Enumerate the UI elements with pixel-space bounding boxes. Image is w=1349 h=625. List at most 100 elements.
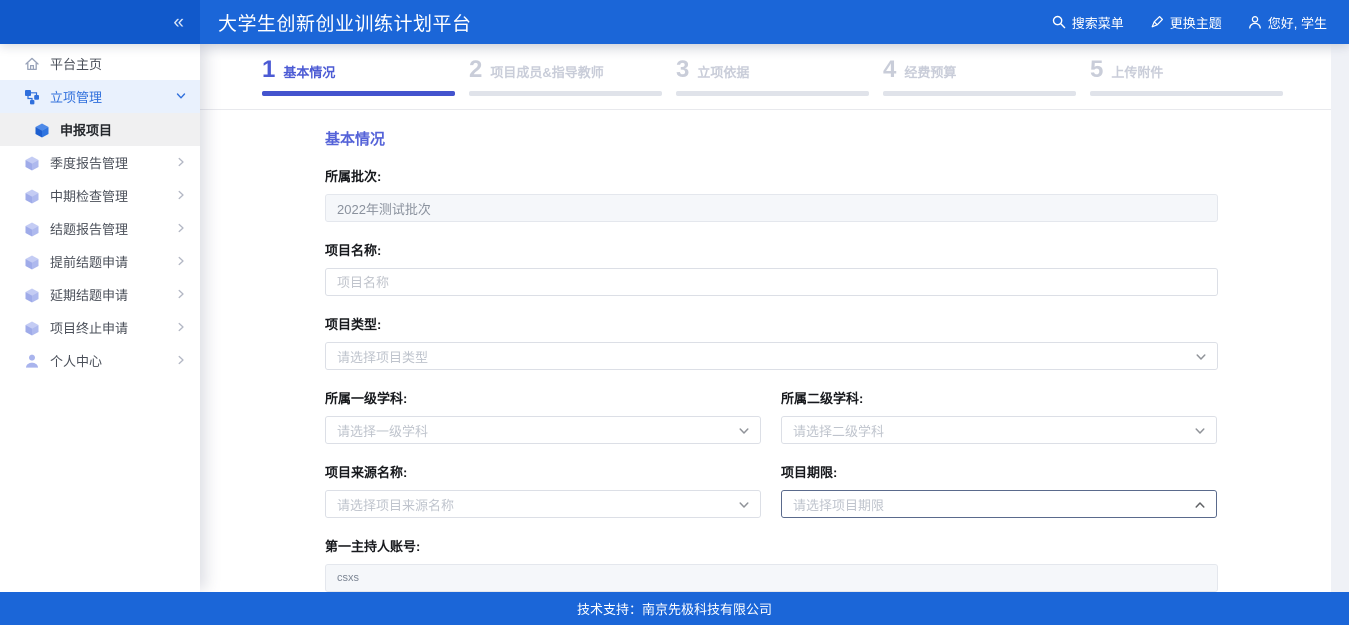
chevron-right-icon (176, 187, 186, 205)
chevron-right-icon (176, 154, 186, 172)
chevron-down-icon (738, 499, 750, 514)
hierarchy-icon (24, 89, 40, 105)
sidebar-item-quarterly-report[interactable]: 季度报告管理 (0, 146, 200, 179)
subject1-label: 所属一级学科: (325, 390, 761, 407)
chevron-down-icon (1194, 425, 1206, 440)
step-project-basis[interactable]: 3立项依据 (676, 58, 869, 96)
host-account-label: 第一主持人账号: (325, 538, 1218, 555)
step-label: 项目成员&指导教师 (490, 62, 603, 81)
sidebar-item-project-termination[interactable]: 项目终止申请 (0, 311, 200, 344)
sidebar-item-label: 个人中心 (50, 351, 176, 370)
step-members-advisors[interactable]: 2 项目成员&指导教师 (469, 58, 662, 96)
chevron-right-icon (176, 220, 186, 238)
chevron-right-icon (176, 352, 186, 370)
source-select[interactable]: 请选择项目来源名称 (325, 490, 761, 518)
batch-field: 2022年测试批次 (325, 194, 1218, 222)
sidebar-item-project-approval[interactable]: 立项管理 (0, 80, 200, 113)
wizard-steps: 1 基本情况 2 项目成员&指导教师 3立项依据 4经费预算 5 上传附件 (200, 44, 1349, 110)
cube-icon (24, 188, 40, 204)
step-progress-bar (883, 91, 1076, 96)
sidebar-item-delayed-completion[interactable]: 延期结题申请 (0, 278, 200, 311)
source-placeholder: 请选择项目来源名称 (337, 495, 454, 514)
cube-icon (24, 155, 40, 171)
chevron-up-icon (1194, 499, 1206, 514)
step-number: 1 (262, 58, 275, 82)
step-budget[interactable]: 4经费预算 (883, 58, 1076, 96)
person-icon (24, 353, 40, 369)
term-label: 项目期限: (781, 464, 1217, 481)
main-content: 1 基本情况 2 项目成员&指导教师 3立项依据 4经费预算 5 上传附件 基本情况 (200, 44, 1349, 592)
sidebar-item-midterm-check[interactable]: 中期检查管理 (0, 179, 200, 212)
sidebar: 平台主页 立项管理 申报项目 季度报告管理 (0, 44, 200, 592)
host-account-value: csxs (337, 572, 359, 584)
sidebar-item-label: 延期结题申请 (50, 285, 176, 304)
project-type-label: 项目类型: (325, 316, 1218, 333)
step-number: 2 (469, 58, 482, 82)
step-label: 基本情况 (283, 62, 335, 81)
user-greeting: 您好, 学生 (1268, 13, 1327, 32)
cube-icon (24, 221, 40, 237)
top-header: « 大学生创新创业训练计划平台 搜索菜单 更换主题 您好, 学生 (0, 0, 1349, 44)
tech-support-text: 技术支持：南京先极科技有限公司 (577, 599, 772, 618)
subject2-select[interactable]: 请选择二级学科 (781, 416, 1217, 444)
step-label: 立项依据 (697, 62, 749, 81)
host-account-field: csxs (325, 564, 1218, 592)
sidebar-item-platform-home[interactable]: 平台主页 (0, 47, 200, 80)
search-menu-button[interactable]: 搜索菜单 (1052, 13, 1124, 32)
step-progress-bar (1090, 91, 1283, 96)
search-icon (1052, 15, 1066, 29)
subject2-placeholder: 请选择二级学科 (793, 421, 884, 440)
subject2-label: 所属二级学科: (781, 390, 1217, 407)
project-type-placeholder: 请选择项目类型 (337, 347, 428, 366)
chevron-right-icon (176, 286, 186, 304)
cube-icon (24, 320, 40, 336)
term-select[interactable]: 请选择项目期限 (781, 490, 1217, 518)
change-theme-button[interactable]: 更换主题 (1150, 13, 1222, 32)
basic-info-form: 基本情况 所属批次: 2022年测试批次 项目名称: 项目类型: 请选择项目类型… (200, 110, 1218, 592)
home-icon (24, 56, 40, 72)
source-label: 项目来源名称: (325, 464, 761, 481)
sidebar-item-declare-project[interactable]: 申报项目 (0, 113, 200, 146)
step-number: 5 (1090, 58, 1103, 82)
chevron-right-icon (176, 253, 186, 271)
subject1-select[interactable]: 请选择一级学科 (325, 416, 761, 444)
cube-icon (34, 122, 50, 138)
step-label: 经费预算 (904, 62, 956, 81)
step-progress-bar (262, 91, 455, 96)
step-label: 上传附件 (1111, 62, 1163, 81)
project-name-label: 项目名称: (325, 242, 1218, 259)
subject1-placeholder: 请选择一级学科 (337, 421, 428, 440)
sidebar-item-label: 平台主页 (50, 54, 186, 73)
sidebar-item-early-completion[interactable]: 提前结题申请 (0, 245, 200, 278)
step-basic-info[interactable]: 1 基本情况 (262, 58, 455, 96)
project-name-input[interactable] (325, 268, 1218, 296)
search-menu-label: 搜索菜单 (1072, 13, 1124, 32)
step-upload-attachments[interactable]: 5 上传附件 (1090, 58, 1283, 96)
sidebar-item-label: 中期检查管理 (50, 186, 176, 205)
user-menu[interactable]: 您好, 学生 (1248, 13, 1327, 32)
change-theme-label: 更换主题 (1170, 13, 1222, 32)
project-type-select[interactable]: 请选择项目类型 (325, 342, 1218, 370)
sidebar-item-final-report[interactable]: 结题报告管理 (0, 212, 200, 245)
app-window: « 大学生创新创业训练计划平台 搜索菜单 更换主题 您好, 学生 (0, 0, 1349, 625)
section-title: 基本情况 (325, 132, 1218, 148)
scrollbar[interactable] (1331, 44, 1349, 592)
term-placeholder: 请选择项目期限 (793, 495, 884, 514)
sidebar-item-personal-center[interactable]: 个人中心 (0, 344, 200, 377)
chevron-down-icon (176, 88, 186, 106)
sidebar-item-label: 提前结题申请 (50, 252, 176, 271)
header-actions: 搜索菜单 更换主题 您好, 学生 (1052, 13, 1349, 32)
chevron-right-icon (176, 319, 186, 337)
step-progress-bar (469, 91, 662, 96)
collapse-sidebar-icon[interactable]: « (173, 13, 182, 32)
sidebar-item-label: 项目终止申请 (50, 318, 176, 337)
batch-value: 2022年测试批次 (337, 199, 431, 218)
cube-icon (24, 287, 40, 303)
sidebar-item-label: 季度报告管理 (50, 153, 176, 172)
brush-icon (1150, 15, 1164, 29)
batch-label: 所属批次: (325, 168, 1218, 185)
cube-icon (24, 254, 40, 270)
footer-bar: 技术支持：南京先极科技有限公司 (0, 592, 1349, 625)
chevron-down-icon (738, 425, 750, 440)
user-icon (1248, 15, 1262, 29)
